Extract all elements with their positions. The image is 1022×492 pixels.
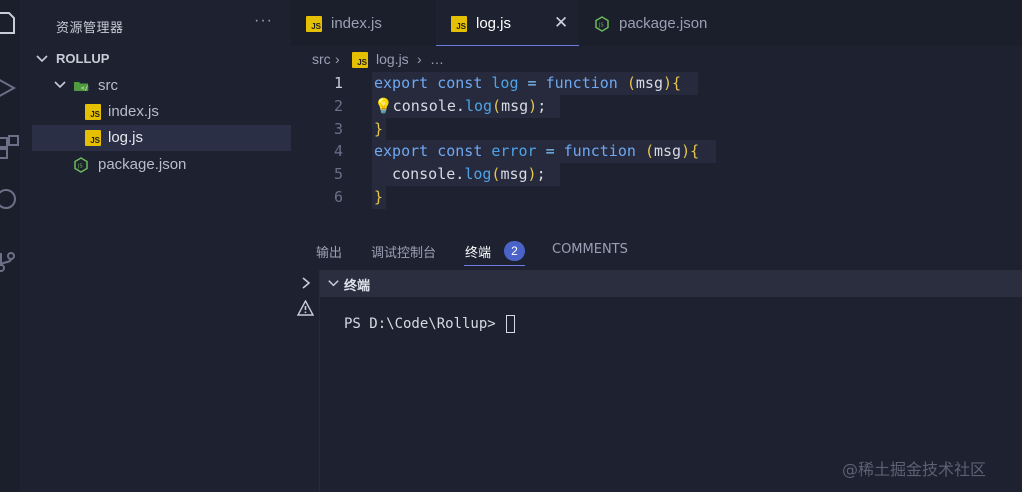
tree-file-package-json[interactable]: JS package.json [32, 152, 291, 178]
breadcrumb: src › JS log.js › … [291, 46, 1022, 72]
activity-bar [0, 0, 20, 492]
code-line[interactable]: 5 console.log(msg); [291, 163, 1022, 187]
tree-item-label: package.json [98, 156, 187, 173]
tab-label: package.json [619, 15, 708, 32]
tab-output[interactable]: 输出 [316, 242, 342, 261]
chevron-right-icon[interactable] [299, 276, 313, 290]
tree-item-label: src [98, 77, 118, 94]
explorer-icon[interactable] [0, 10, 20, 36]
watermark: @稀土掘金技术社区 [842, 460, 987, 479]
source-control-icon[interactable] [0, 248, 20, 274]
tab-label: log.js [476, 15, 512, 32]
breadcrumb-separator: › [417, 51, 422, 67]
explorer-title: 资源管理器 [56, 21, 124, 36]
line-number: 3 [333, 119, 343, 138]
js-file-icon: JS [85, 130, 101, 146]
line-number: 5 [333, 165, 343, 184]
tab-terminal[interactable]: 终端 [465, 242, 491, 261]
svg-text:</>: </> [81, 85, 89, 92]
breadcrumb-folder[interactable]: src [312, 51, 331, 67]
tab-comments[interactable]: COMMENTS [552, 242, 628, 257]
active-tab-indicator [464, 265, 525, 266]
editor-tabs: JS index.js JS log.js ✕ JS package.json [291, 0, 1022, 46]
tree-item-label: ROLLUP [56, 51, 110, 66]
line-number: 1 [333, 74, 343, 92]
chevron-down-icon [54, 81, 66, 89]
warning-icon[interactable] [297, 300, 314, 316]
chevron-down-icon [36, 55, 48, 63]
tree-item-label: log.js [108, 129, 144, 146]
terminal-title: 终端 [344, 279, 371, 294]
tree-root-rollup[interactable]: ROLLUP [32, 46, 291, 72]
line-number: 2 [333, 96, 343, 115]
node-json-icon: JS [595, 16, 609, 32]
tab-log-js[interactable]: JS log.js ✕ [436, 0, 579, 46]
explorer-sidebar: 资源管理器 ··· ROLLUP </> src JS index.js JS … [20, 0, 291, 492]
svg-text:JS: JS [598, 23, 604, 29]
code-text: } [374, 188, 384, 206]
code-editor[interactable]: 1 export const log = function (msg){ 2 💡con… [291, 72, 1022, 232]
tab-label: index.js [331, 15, 382, 32]
code-text: 💡console.log(msg); [374, 96, 547, 115]
terminal-header[interactable]: 终端 [320, 270, 1022, 297]
node-json-icon: JS [74, 157, 88, 173]
terminal-output[interactable]: PS D:\Code\Rollup> [344, 315, 516, 333]
terminal-count-badge: 2 [504, 241, 525, 261]
tab-index-js[interactable]: JS index.js [291, 0, 436, 46]
breadcrumb-more[interactable]: … [430, 51, 444, 67]
search-icon[interactable] [0, 76, 20, 102]
code-line[interactable]: 1 export const log = function (msg){ [291, 72, 1022, 95]
terminal-prompt: PS D:\Code\Rollup> [344, 316, 496, 332]
panel-side-strip [291, 270, 320, 492]
extensions-icon[interactable] [0, 134, 20, 160]
tree-item-label: index.js [108, 103, 159, 120]
code-text: console.log(msg); [374, 165, 546, 184]
js-file-icon: JS [451, 16, 467, 32]
line-number: 6 [333, 188, 343, 206]
code-text: export const log = function (msg){ [374, 74, 682, 92]
terminal-cursor [506, 315, 516, 333]
folder-src-icon: </> [74, 82, 89, 92]
close-tab-icon[interactable]: ✕ [554, 13, 568, 33]
explorer-header: 资源管理器 ··· [20, 0, 291, 50]
bottom-panel: 输出 调试控制台 终端 2 COMMENTS 终端 PS D:\Code\Rol… [291, 232, 1022, 492]
remote-icon[interactable] [0, 186, 20, 212]
more-actions-icon[interactable]: ··· [254, 12, 273, 30]
js-file-icon: JS [306, 16, 322, 32]
breadcrumb-file[interactable]: log.js [376, 51, 409, 67]
js-file-icon: JS [85, 104, 101, 120]
code-line[interactable]: 4 export const error = function (msg){ [291, 140, 1022, 164]
tree-file-log-js[interactable]: JS log.js [32, 125, 291, 151]
tab-debug-console[interactable]: 调试控制台 [371, 242, 436, 261]
breadcrumb-separator: › [335, 51, 340, 67]
code-line[interactable]: 2 💡console.log(msg); [291, 94, 1022, 118]
line-number: 4 [333, 142, 343, 161]
svg-text:JS: JS [77, 164, 83, 170]
code-line[interactable]: 3} [291, 117, 1022, 141]
tab-package-json[interactable]: JS package.json [579, 0, 729, 46]
tree-file-index-js[interactable]: JS index.js [32, 99, 291, 125]
code-text: } [374, 119, 384, 138]
chevron-down-icon [328, 280, 339, 287]
tree-folder-src[interactable]: </> src [32, 73, 291, 99]
code-text: export const error = function (msg){ [374, 142, 700, 161]
js-file-icon: JS [352, 52, 368, 68]
code-line[interactable]: 6} [291, 186, 1022, 209]
